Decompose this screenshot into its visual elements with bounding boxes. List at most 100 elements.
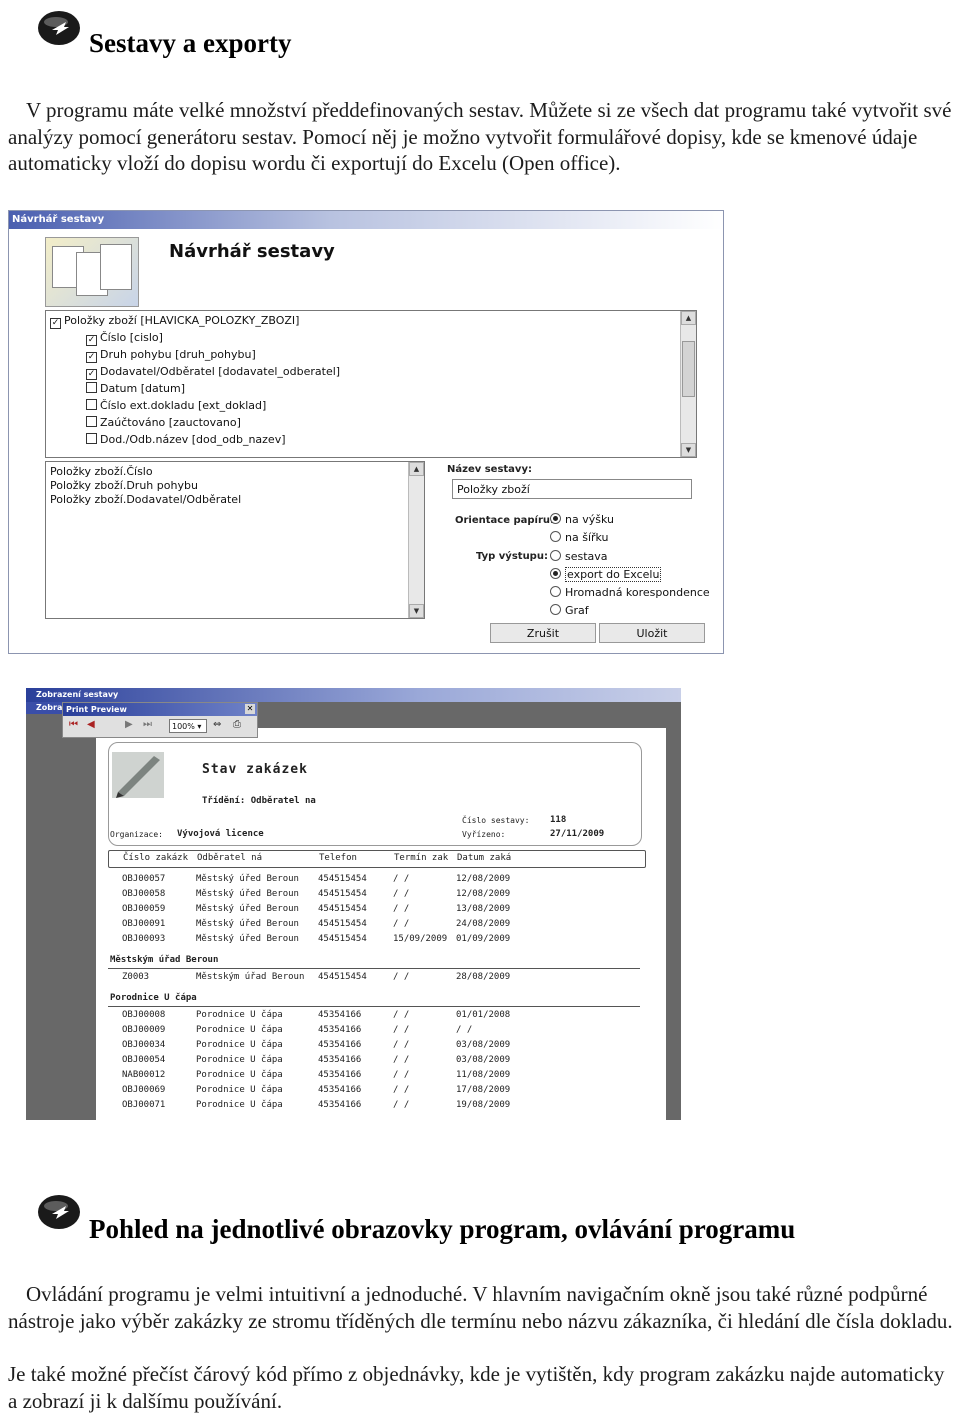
table-cell: / / — [393, 919, 410, 929]
zoom-value: 100% — [172, 722, 195, 731]
table-cell: 45354166 — [318, 1070, 362, 1080]
preview-window-title: Zobrazení sestavy — [26, 688, 681, 702]
designer-big-title: Návrhář sestavy — [169, 241, 335, 262]
list-scrollbar[interactable]: ▲ ▼ — [408, 462, 424, 618]
checkbox-checked[interactable]: ✓ — [86, 352, 97, 363]
tree-item[interactable]: ✓ Číslo [cislo] — [86, 330, 163, 346]
window-title: Návrhář sestavy — [9, 211, 723, 229]
table-cell: 45354166 — [318, 1055, 362, 1065]
table-cell: Městský úřed Beroun — [196, 874, 299, 884]
scroll-up-icon[interactable]: ▲ — [409, 462, 424, 476]
checkbox[interactable] — [86, 399, 97, 410]
table-cell: 12/08/2009 — [456, 874, 511, 884]
section-heading-screens: Pohled na jednotlivé obrazovky program, … — [89, 1214, 796, 1244]
selected-fields-list[interactable]: Položky zboží.Číslo Položky zboží.Druh p… — [45, 461, 425, 619]
group-divider — [108, 968, 640, 969]
tree-item[interactable]: Číslo ext.dokladu [ext_doklad] — [86, 398, 266, 414]
tree-root[interactable]: ✓ Položky zboží [HLAVICKA_POLOZKY_ZBOZI] — [50, 313, 299, 329]
scroll-down-icon[interactable]: ▼ — [409, 604, 424, 618]
scroll-thumb[interactable] — [682, 341, 695, 397]
table-cell: / / — [393, 1055, 410, 1065]
table-cell: 13/08/2009 — [456, 904, 511, 914]
table-row: OBJ00008 Porodnice U čápa 45354166 / / 01/0… — [108, 1010, 644, 1024]
first-page-icon[interactable]: ⏮ — [69, 719, 78, 730]
table-cell: 45354166 — [318, 1010, 362, 1020]
report-name-input[interactable]: Položky zboží — [452, 479, 692, 499]
tree-item[interactable]: Dod./Odb.název [dod_odb_nazev] — [86, 432, 286, 448]
print-preview-toolbar: Print Preview ✕ ⏮ ◀ ▶ ⏭ 100% ▾ ⇔ ⎙ — [62, 702, 258, 738]
prev-page-icon[interactable]: ◀ — [87, 719, 95, 730]
table-cell: 45354166 — [318, 1085, 362, 1095]
zoom-select[interactable]: 100% ▾ — [169, 719, 207, 733]
tree-item[interactable]: ✓ Druh pohybu [druh_pohybu] — [86, 347, 256, 363]
checkbox-checked[interactable]: ✓ — [86, 335, 97, 346]
table-cell: / / — [393, 1040, 410, 1050]
next-page-icon[interactable]: ▶ — [125, 719, 133, 730]
radio-landscape[interactable]: na šířku — [550, 531, 609, 545]
group-header: Porodnice U čápa — [110, 993, 197, 1003]
column-header: Odběratel ná — [197, 853, 263, 863]
tree-item[interactable]: ✓ Dodavatel/Odběratel [dodavatel_odberate… — [86, 364, 340, 380]
print-preview-title: Print Preview — [63, 703, 257, 716]
table-cell: OBJ00093 — [122, 934, 166, 944]
radio-icon[interactable] — [550, 586, 561, 597]
table-cell: Porodnice U čápa — [196, 1025, 283, 1035]
table-cell: OBJ00057 — [122, 874, 166, 884]
radio-selected-icon[interactable] — [550, 568, 561, 579]
last-page-icon[interactable]: ⏭ — [143, 719, 152, 730]
radio-mail-merge[interactable]: Hromadná korespondence — [550, 586, 710, 600]
radio-report[interactable]: sestava — [550, 550, 608, 564]
save-button[interactable]: Uložit — [599, 623, 705, 643]
table-cell: Porodnice U čápa — [196, 1085, 283, 1095]
cancel-button[interactable]: Zrušit — [490, 623, 596, 643]
paragraph-text: V programu máte velké množství předdefin… — [8, 98, 952, 175]
table-cell: 17/08/2009 — [456, 1085, 511, 1095]
radio-export-excel[interactable]: export do Excelu — [550, 567, 662, 582]
table-cell: OBJ00059 — [122, 904, 166, 914]
checkbox[interactable] — [86, 416, 97, 427]
checkbox-checked[interactable]: ✓ — [50, 318, 61, 329]
tree-item[interactable]: Zaúčtováno [zauctovano] — [86, 415, 241, 431]
radio-selected-icon[interactable] — [550, 513, 561, 524]
table-cell: / / — [393, 889, 410, 899]
scroll-up-icon[interactable]: ▲ — [681, 311, 696, 325]
report-title: Stav zakázek — [202, 762, 308, 777]
table-cell: Porodnice U čápa — [196, 1055, 283, 1065]
radio-icon[interactable] — [550, 604, 561, 615]
table-cell: Porodnice U čápa — [196, 1010, 283, 1020]
checkbox[interactable] — [86, 382, 97, 393]
list-item[interactable]: Položky zboží.Druh pohybu — [50, 479, 198, 493]
list-item[interactable]: Položky zboží.Číslo — [50, 465, 153, 479]
column-header: Telefon — [319, 853, 357, 863]
checkbox[interactable] — [86, 433, 97, 444]
radio-label: na výšku — [565, 513, 614, 526]
table-cell: / / — [393, 874, 410, 884]
column-header-row: Číslo zakázk Odběratel ná Telefon Termín… — [108, 850, 646, 868]
table-cell: Městským úřad Beroun — [196, 972, 305, 982]
tree-root-label: Položky zboží [HLAVICKA_POLOZKY_ZBOZI] — [64, 314, 300, 327]
date-label: Vyřízeno: — [462, 830, 506, 839]
print-icon[interactable]: ⎙ — [233, 719, 241, 730]
section-paragraph-reports: V programu máte velké množství předdefin… — [8, 97, 958, 177]
section-heading-reports: Sestavy a exporty — [89, 28, 292, 58]
tree-scrollbar[interactable]: ▲ ▼ — [680, 311, 696, 457]
section-bullet-icon — [38, 11, 80, 45]
radio-icon[interactable] — [550, 550, 561, 561]
radio-portrait[interactable]: na výšku — [550, 513, 614, 527]
table-cell: Porodnice U čápa — [196, 1100, 283, 1110]
table-cell: 28/08/2009 — [456, 972, 511, 982]
radio-icon[interactable] — [550, 531, 561, 542]
tree-item-label: Dod./Odb.název [dod_odb_nazev] — [100, 433, 286, 446]
table-cell: 19/08/2009 — [456, 1100, 511, 1110]
tree-item[interactable]: Datum [datum] — [86, 381, 185, 397]
preview-tab[interactable]: Zobra — [26, 702, 62, 714]
list-item[interactable]: Položky zboží.Dodavatel/Odběratel — [50, 493, 241, 507]
fit-page-icon[interactable]: ⇔ — [213, 719, 221, 730]
org-value: Vývojová licence — [177, 829, 264, 839]
fields-tree[interactable]: ✓ Položky zboží [HLAVICKA_POLOZKY_ZBOZI] … — [45, 310, 697, 458]
checkbox-checked[interactable]: ✓ — [86, 369, 97, 380]
scroll-down-icon[interactable]: ▼ — [681, 443, 696, 457]
report-number-value: 118 — [550, 815, 567, 825]
radio-chart[interactable]: Graf — [550, 604, 589, 618]
close-icon[interactable]: ✕ — [245, 704, 255, 714]
